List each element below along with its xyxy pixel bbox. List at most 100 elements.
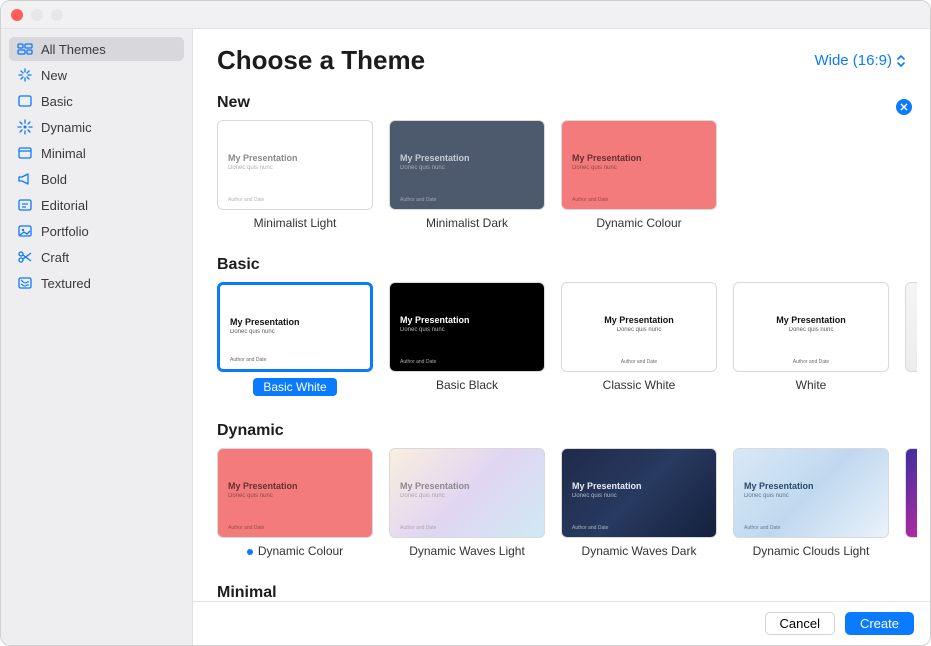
theme-card[interactable]: My Presentation Donec quis nunc Author and… (561, 448, 717, 558)
image-icon (17, 223, 33, 239)
theme-card[interactable]: My Presentation Donec quis nunc Author and… (217, 448, 373, 558)
aspect-ratio-select[interactable]: Wide (16:9) (814, 52, 906, 69)
sidebar-item-editorial[interactable]: Editorial (9, 193, 184, 217)
sidebar-item-new[interactable]: New (9, 63, 184, 87)
theme-preview-author: Author and Date (228, 525, 264, 531)
theme-label: Dynamic Clouds Light (733, 544, 889, 558)
sidebar-item-basic[interactable]: Basic (9, 89, 184, 113)
burst-icon (17, 119, 33, 135)
close-section-icon[interactable]: ✕ (896, 99, 912, 115)
theme-card[interactable]: My Presentation Donec quis nunc Author and… (389, 448, 545, 558)
theme-preview-title: My Presentation (734, 315, 888, 325)
close-window-icon[interactable] (11, 9, 23, 21)
theme-preview-title: My Presentation (228, 153, 298, 163)
sidebar-item-label: All Themes (41, 42, 106, 57)
theme-label: Dynamic Waves Light (389, 544, 545, 558)
sidebar-item-label: New (41, 68, 67, 83)
theme-preview-title: My Presentation (230, 317, 300, 327)
theme-preview-author: Author and Date (400, 525, 436, 531)
titlebar (1, 1, 930, 29)
theme-preview-author: Author and Date (572, 197, 608, 203)
sidebar-item-bold[interactable]: Bold (9, 167, 184, 191)
theme-preview-title: My Presentation (572, 481, 642, 491)
chevron-up-down-icon (896, 54, 906, 68)
grid-icon (17, 41, 33, 57)
theme-preview-author: Author and Date (400, 359, 436, 365)
theme-label: Minimalist Light (217, 216, 373, 230)
theme-card[interactable]: My PresentationDonec quis nuncAuthor and… (561, 120, 717, 230)
sidebar-item-label: Editorial (41, 198, 88, 213)
section-title: Dynamic (217, 422, 284, 440)
theme-preview-title: My Presentation (228, 481, 298, 491)
sidebar-item-label: Minimal (41, 146, 86, 161)
section-minimal: Minimal (217, 584, 930, 601)
theme-preview-title: My Presentation (400, 315, 470, 325)
window-controls (11, 9, 63, 21)
sidebar-item-label: Textured (41, 276, 91, 291)
theme-preview-author: Author and Date (230, 357, 266, 363)
sidebar-item-minimal[interactable]: Minimal (9, 141, 184, 165)
sidebar: All Themes New Basic Dynamic Minimal Bold Edit… (1, 29, 193, 645)
sidebar-item-label: Craft (41, 250, 69, 265)
theme-label: Basic White (253, 378, 336, 396)
sidebar-item-craft[interactable]: Craft (9, 245, 184, 269)
sidebar-item-portfolio[interactable]: Portfolio (9, 219, 184, 243)
theme-preview-subtitle: Donec quis nunc (572, 493, 617, 499)
theme-preview-subtitle: Donec quis nunc (734, 327, 888, 333)
theme-label: Classic White (561, 378, 717, 392)
footer: Cancel Create (193, 601, 930, 645)
theme-preview-title: My Presentation (400, 481, 470, 491)
theme-label: White (733, 378, 889, 392)
theme-card[interactable]: My PresentationDonec quis nuncAuthor and… (389, 120, 545, 230)
sidebar-item-label: Basic (41, 94, 73, 109)
indicator-dot-icon (247, 549, 253, 555)
section-new: New ✕ My Presentation Donec quis nunc Author… (217, 94, 930, 244)
theme-preview-author: Author and Date (572, 525, 608, 531)
sparkle-icon (17, 67, 33, 83)
theme-preview-subtitle: Donec quis nunc (400, 327, 445, 333)
theme-card[interactable]: My PresentationDonec quis nuncAuthor and… (561, 282, 717, 396)
cancel-button[interactable]: Cancel (765, 612, 835, 635)
sidebar-item-label: Bold (41, 172, 67, 187)
theme-label: Dynamic Colour (217, 544, 373, 558)
theme-preview-author: Author and Date (744, 525, 780, 531)
theme-card[interactable]: My Presentation Donec quis nunc Author and… (217, 120, 373, 230)
theme-preview-subtitle: Donec quis nunc (400, 493, 445, 499)
window-icon (17, 145, 33, 161)
theme-preview-author: Author and Date (400, 197, 436, 203)
theme-preview-title: My Presentation (562, 315, 716, 325)
section-title: Basic (217, 256, 260, 274)
theme-preview-subtitle: Donec quis nunc (228, 493, 273, 499)
sidebar-item-all-themes[interactable]: All Themes (9, 37, 184, 61)
sidebar-item-label: Portfolio (41, 224, 89, 239)
sidebar-item-label: Dynamic (41, 120, 92, 135)
theme-label: Basic Black (389, 378, 545, 392)
create-button[interactable]: Create (845, 612, 914, 635)
theme-card[interactable]: My Presentation Donec quis nunc Author and… (389, 282, 545, 396)
sidebar-item-dynamic[interactable]: Dynamic (9, 115, 184, 139)
theme-preview-subtitle: Donec quis nunc (400, 165, 445, 171)
theme-preview-subtitle: Donec quis nunc (228, 165, 273, 171)
theme-peek[interactable] (905, 448, 917, 538)
sidebar-item-textured[interactable]: Textured (9, 271, 184, 295)
minimize-window-icon[interactable] (31, 9, 43, 21)
theme-card[interactable]: My PresentationDonec quis nuncAuthor and… (217, 282, 373, 396)
scissors-icon (17, 249, 33, 265)
theme-preview-title: My Presentation (744, 481, 814, 491)
theme-preview-author: Author and Date (228, 197, 264, 203)
aspect-ratio-label: Wide (16:9) (814, 52, 892, 69)
theme-preview-subtitle: Donec quis nunc (744, 493, 789, 499)
section-title: Minimal (217, 584, 277, 601)
section-basic: Basic My Presentation Donec quis nunc Autho… (217, 256, 930, 410)
theme-label: Dynamic Waves Dark (561, 544, 717, 558)
theme-preview-subtitle: Donec quis nunc (562, 327, 716, 333)
theme-preview-author: Author and Date (734, 359, 888, 365)
section-dynamic: Dynamic My Presentation Donec quis nunc Aut… (217, 422, 930, 572)
page-title: Choose a Theme (217, 45, 425, 76)
theme-preview-title: My Presentation (572, 153, 642, 163)
theme-peek[interactable] (905, 282, 917, 372)
section-title: New (217, 94, 250, 112)
maximize-window-icon[interactable] (51, 9, 63, 21)
theme-card[interactable]: My Presentation Donec quis nunc Author and… (733, 448, 889, 558)
theme-card[interactable]: My Presentation Donec quis nunc Author and… (733, 282, 889, 396)
